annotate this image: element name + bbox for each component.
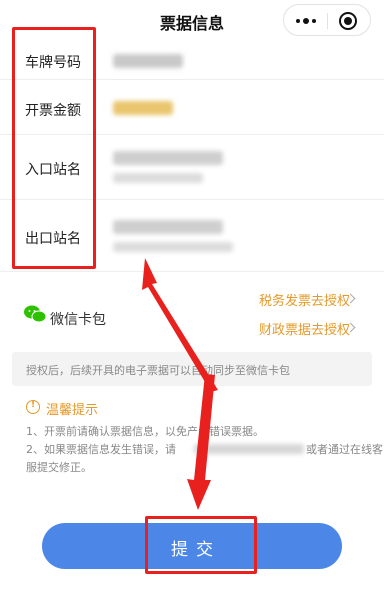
entry-time-redacted [113, 173, 203, 183]
notice-line-3: 服提交修正。 [26, 461, 92, 474]
amount-value-redacted [113, 101, 173, 115]
wechat-wallet-section: 微信卡包 税务发票去授权 财政票据去授权 [0, 282, 384, 348]
exit-station-redacted [113, 220, 223, 234]
more-dots-icon[interactable] [294, 14, 318, 28]
annotation-box-labels [12, 27, 96, 269]
close-icon[interactable] [339, 12, 357, 30]
notice-icon [26, 400, 40, 414]
notice-line-2-tail: 或者通过在线客 [306, 443, 383, 456]
exit-time-redacted [113, 242, 233, 252]
notice-line-1: 1、开票前请确认票据信息，以免产生错误票据。 [26, 425, 264, 438]
wechat-card-icon [24, 305, 46, 323]
arrow-down [187, 374, 215, 510]
tax-invoice-auth-link[interactable]: 税务发票去授权 [259, 290, 350, 309]
section-gap [0, 272, 384, 282]
notice-title: 温馨提示 [46, 403, 99, 418]
wallet-label: 微信卡包 [50, 312, 106, 328]
sync-tip: 授权后，后续开具的电子票据可以自动同步至微信卡包 [12, 352, 372, 386]
finance-bill-auth-link[interactable]: 财政票据去授权 [259, 319, 350, 338]
entry-station-redacted [113, 151, 223, 165]
plate-value-redacted [113, 54, 183, 68]
annotation-box-submit [145, 516, 257, 574]
redacted-contact [194, 444, 304, 454]
notice-line-2: 2、如果票据信息发生错误，请 [26, 443, 176, 456]
capsule-divider [327, 13, 328, 29]
mini-program-capsule [283, 4, 371, 36]
